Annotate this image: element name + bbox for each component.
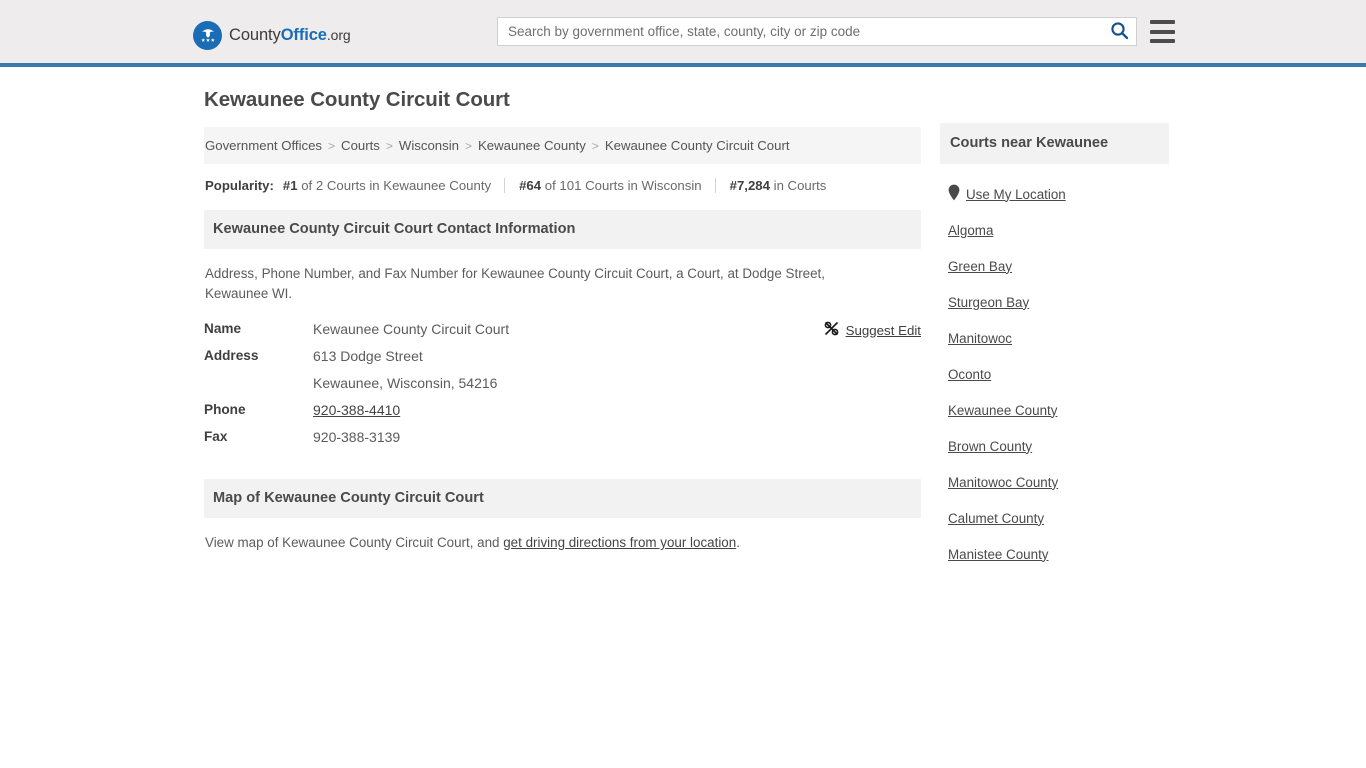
- sidebar-item-algoma[interactable]: Algoma: [940, 212, 1169, 248]
- map-section-description: View map of Kewaunee County Circuit Cour…: [204, 518, 921, 550]
- main-content: Kewaunee County Circuit Court Government…: [204, 88, 921, 550]
- popularity-rank-state: #64: [519, 178, 542, 193]
- site-logo[interactable]: CountyOffice.org: [193, 21, 351, 50]
- sidebar-item-use-my-location[interactable]: Use My Location: [940, 176, 1169, 212]
- popularity-rank-county: #1: [282, 178, 298, 193]
- contact-info-table: Suggest Edit Name Kewaunee County Circui…: [204, 321, 921, 445]
- info-label-phone: Phone: [204, 402, 246, 417]
- breadcrumb-separator: >: [328, 139, 336, 153]
- map-section-heading: Map of Kewaunee County Circuit Court: [204, 479, 921, 518]
- popularity-rank-overall: #7,284: [729, 178, 770, 193]
- sidebar-item-label[interactable]: Brown County: [948, 439, 1032, 454]
- info-label-fax: Fax: [204, 429, 228, 444]
- popularity-text-county: of 2 Courts in Kewaunee County: [297, 178, 492, 193]
- hamburger-menu-icon[interactable]: [1150, 18, 1175, 45]
- sidebar-item-label[interactable]: Calumet County: [948, 511, 1044, 526]
- search-bar: [497, 17, 1137, 46]
- info-label-address: Address: [204, 348, 259, 363]
- sidebar-item-manistee-county[interactable]: Manistee County: [940, 536, 1169, 572]
- table-row: Address 613 Dodge Street: [204, 348, 921, 364]
- sidebar-list: Use My Location Algoma Green Bay Sturgeo…: [940, 164, 1169, 572]
- map-pin-icon: [948, 184, 960, 204]
- sidebar-item-label[interactable]: Green Bay: [948, 259, 1012, 274]
- map-section: Map of Kewaunee County Circuit Court Vie…: [204, 479, 921, 550]
- table-row: Phone 920-388-4410: [204, 402, 921, 418]
- info-value-fax: 920-388-3139: [313, 429, 401, 445]
- logo-text-office: Office: [280, 26, 327, 44]
- sidebar: Courts near Kewaunee Use My Location Alg…: [940, 123, 1169, 572]
- info-value-phone: 920-388-4410: [313, 402, 400, 418]
- contact-section-heading: Kewaunee County Circuit Court Contact In…: [204, 210, 921, 249]
- sidebar-item-label[interactable]: Use My Location: [966, 187, 1066, 202]
- eagle-shield-logo-icon: [193, 21, 222, 50]
- logo-text-org: .org: [326, 27, 351, 43]
- sidebar-item-manitowoc[interactable]: Manitowoc: [940, 320, 1169, 356]
- breadcrumb-item-wisconsin[interactable]: Wisconsin: [399, 138, 459, 153]
- info-value-name: Kewaunee County Circuit Court: [313, 321, 510, 337]
- info-label-name: Name: [204, 321, 242, 336]
- menu-bar-2: [1150, 29, 1175, 34]
- sidebar-item-label[interactable]: Manitowoc County: [948, 475, 1058, 490]
- page-title: Kewaunee County Circuit Court: [204, 88, 510, 111]
- breadcrumb-item-kewaunee-county[interactable]: Kewaunee County: [478, 138, 586, 153]
- menu-bar-1: [1150, 20, 1175, 24]
- map-desc-suffix: .: [736, 535, 740, 550]
- suggest-edit-button[interactable]: Suggest Edit: [824, 321, 921, 339]
- search-button[interactable]: [1102, 18, 1136, 45]
- suggest-edit-label: Suggest Edit: [845, 322, 921, 338]
- popularity-bar: Popularity: #1 of 2 Courts in Kewaunee C…: [204, 164, 921, 207]
- search-icon: [1110, 21, 1129, 43]
- site-logo-text: CountyOffice.org: [229, 26, 351, 45]
- sidebar-item-calumet-county[interactable]: Calumet County: [940, 500, 1169, 536]
- search-input[interactable]: [498, 18, 1102, 45]
- sidebar-item-manitowoc-county[interactable]: Manitowoc County: [940, 464, 1169, 500]
- edit-pencil-icon: [824, 321, 839, 339]
- breadcrumb-item-courts[interactable]: Courts: [341, 138, 380, 153]
- logo-text-county: County: [229, 26, 281, 44]
- sidebar-item-label[interactable]: Oconto: [948, 367, 991, 382]
- sidebar-item-sturgeon-bay[interactable]: Sturgeon Bay: [940, 284, 1169, 320]
- popularity-item-overall: #7,284 in Courts: [714, 178, 840, 193]
- popularity-text-state: of 101 Courts in Wisconsin: [541, 178, 702, 193]
- popularity-item-state: #64 of 101 Courts in Wisconsin: [504, 178, 715, 193]
- menu-bar-3: [1150, 39, 1175, 43]
- popularity-text-overall: in Courts: [769, 178, 827, 193]
- sidebar-heading: Courts near Kewaunee: [940, 123, 1169, 164]
- info-value-address-line1: 613 Dodge Street: [313, 348, 423, 364]
- breadcrumb-separator: >: [465, 139, 473, 153]
- sidebar-item-label[interactable]: Manitowoc: [948, 331, 1012, 346]
- table-row: Fax 920-388-3139: [204, 429, 921, 445]
- site-header: CountyOffice.org: [0, 0, 1366, 67]
- table-row: Name Kewaunee County Circuit Court: [204, 321, 921, 337]
- map-desc-prefix: View map of Kewaunee County Circuit Cour…: [205, 535, 504, 550]
- sidebar-item-kewaunee-county[interactable]: Kewaunee County: [940, 392, 1169, 428]
- breadcrumb-separator: >: [591, 139, 599, 153]
- popularity-item-county: #1 of 2 Courts in Kewaunee County: [283, 178, 504, 193]
- sidebar-item-green-bay[interactable]: Green Bay: [940, 248, 1169, 284]
- sidebar-item-label[interactable]: Algoma: [948, 223, 993, 238]
- breadcrumb-item-government-offices[interactable]: Government Offices: [205, 138, 322, 153]
- phone-link[interactable]: 920-388-4410: [313, 402, 400, 418]
- sidebar-item-label[interactable]: Kewaunee County: [948, 403, 1057, 418]
- breadcrumb-item-current: Kewaunee County Circuit Court: [604, 138, 790, 153]
- breadcrumb: Government Offices > Courts > Wisconsin > Kewa…: [204, 127, 921, 164]
- contact-section-description: Address, Phone Number, and Fax Number fo…: [205, 266, 825, 301]
- sidebar-item-label[interactable]: Sturgeon Bay: [948, 295, 1029, 310]
- driving-directions-link[interactable]: get driving directions from your locatio…: [503, 535, 736, 550]
- sidebar-item-label[interactable]: Manistee County: [948, 547, 1048, 562]
- sidebar-item-oconto[interactable]: Oconto: [940, 356, 1169, 392]
- info-value-address-line2: Kewaunee, Wisconsin, 54216: [313, 375, 498, 391]
- popularity-label: Popularity:: [205, 178, 274, 193]
- sidebar-item-brown-county[interactable]: Brown County: [940, 428, 1169, 464]
- breadcrumb-separator: >: [385, 139, 393, 153]
- table-row: Kewaunee, Wisconsin, 54216: [204, 375, 921, 391]
